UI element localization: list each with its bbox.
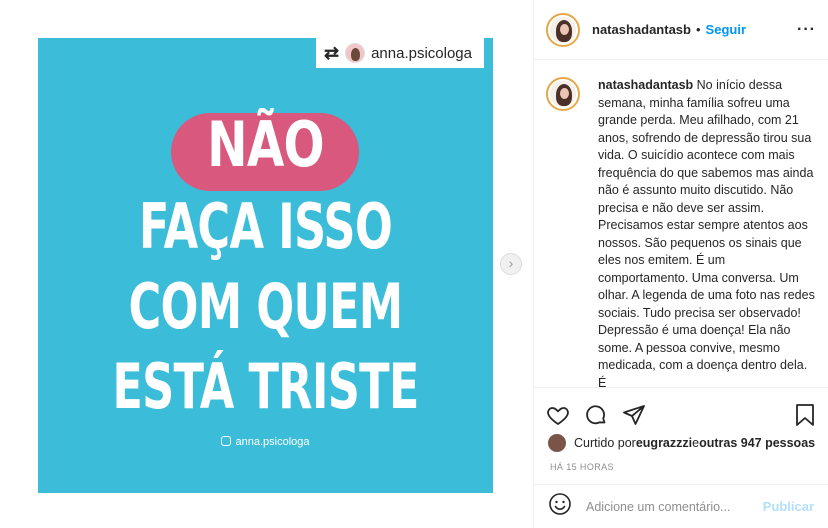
action-bar xyxy=(534,397,828,433)
repost-avatar xyxy=(345,43,366,63)
caption-username[interactable]: natashadantasb xyxy=(598,78,693,92)
headline-line-1: NÃO xyxy=(207,108,324,181)
caption-body: No início dessa semana, minha família so… xyxy=(598,78,815,388)
media-pane: ⇄ anna.psicologa NÃO FAÇA ISSO COM QUEM … xyxy=(0,0,533,528)
next-image-button[interactable]: › xyxy=(500,253,522,275)
follow-button[interactable]: Seguir xyxy=(706,22,746,37)
repost-icon: ⇄ xyxy=(323,42,340,63)
liker-username[interactable]: eugrazzzi xyxy=(636,436,692,450)
liker-avatar xyxy=(548,434,566,452)
headline-line-2: FAÇA ISSO xyxy=(138,190,393,263)
caption-area[interactable]: natashadantasb No início dessa semana, m… xyxy=(534,61,828,388)
author-username[interactable]: natashadantasb xyxy=(592,22,691,37)
emoji-smile-icon[interactable] xyxy=(548,492,572,521)
post-side-pane: natashadantasb • Seguir ··· natashadanta… xyxy=(533,0,828,528)
author-avatar[interactable] xyxy=(546,12,580,47)
likes-others[interactable]: outras 947 pessoas xyxy=(699,436,815,450)
publish-comment-button[interactable]: Publicar xyxy=(763,499,814,514)
comment-input[interactable] xyxy=(586,499,763,514)
image-credit-text: anna.psicologa xyxy=(235,436,310,448)
repost-badge: ⇄ anna.psicologa xyxy=(315,38,484,68)
share-paper-plane-icon[interactable] xyxy=(622,403,646,427)
header-separator: • xyxy=(695,22,701,37)
likes-prefix: Curtido por xyxy=(574,436,636,450)
like-heart-icon[interactable] xyxy=(546,403,570,427)
instagram-icon xyxy=(221,436,232,446)
post-timestamp[interactable]: HÁ 15 HORAS xyxy=(550,462,614,472)
caption-row: natashadantasb No início dessa semana, m… xyxy=(546,77,816,388)
caption-text: natashadantasb No início dessa semana, m… xyxy=(598,77,816,388)
headline-line-4: ESTÁ TRISTE xyxy=(112,350,419,423)
headline-line-3: COM QUEM xyxy=(128,270,403,343)
likes-middle: e xyxy=(692,436,700,450)
repost-username: anna.psicologa xyxy=(371,44,472,62)
image-credit: anna.psicologa xyxy=(38,436,493,448)
post-header: natashadantasb • Seguir ··· xyxy=(534,0,828,60)
comment-bubble-icon[interactable] xyxy=(584,403,608,427)
comment-bar: Publicar xyxy=(534,484,828,528)
more-options-icon[interactable]: ··· xyxy=(797,21,816,39)
post-image[interactable]: ⇄ anna.psicologa NÃO FAÇA ISSO COM QUEM … xyxy=(38,38,493,493)
likes-row[interactable]: Curtido por eugrazzzi e outras 947 pesso… xyxy=(548,434,815,452)
save-bookmark-icon[interactable] xyxy=(794,403,816,427)
caption-avatar[interactable] xyxy=(546,77,580,111)
